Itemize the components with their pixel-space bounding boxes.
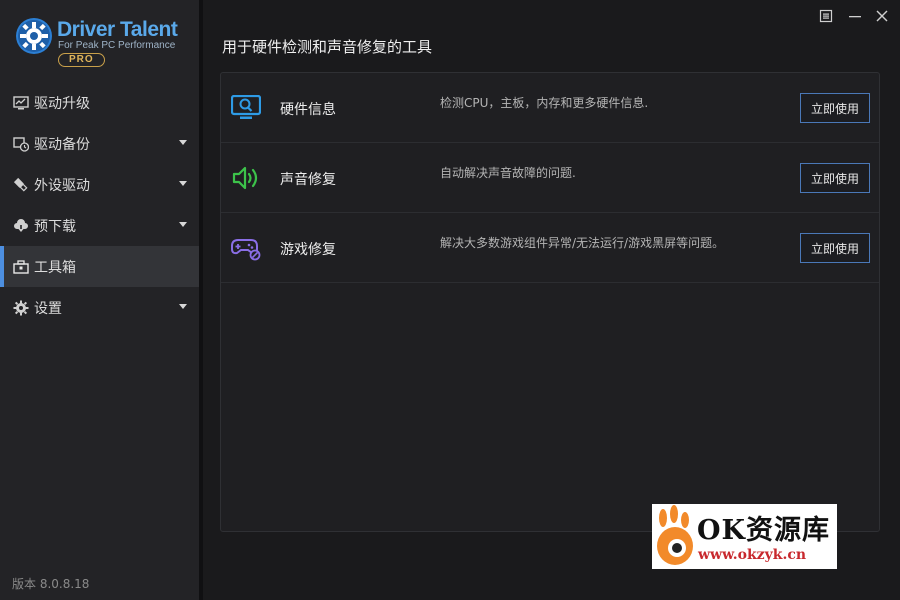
sidebar-divider xyxy=(199,0,203,600)
watermark-url: www.okzyk.cn xyxy=(698,547,807,563)
menu-button[interactable] xyxy=(818,8,834,24)
app-window: Driver Talent For Peak PC Performance PR… xyxy=(0,0,900,600)
minimize-button[interactable] xyxy=(847,8,863,24)
watermark-title: OK资源库 xyxy=(697,515,830,546)
cloud-download-icon xyxy=(12,217,30,235)
sidebar-item-driver-backup[interactable]: 驱动备份 xyxy=(0,123,199,164)
sidebar: Driver Talent For Peak PC Performance PR… xyxy=(0,0,199,600)
sidebar-item-driver-update[interactable]: 驱动升级 xyxy=(0,82,199,123)
monitor-chart-icon xyxy=(12,94,30,112)
sidebar-item-settings[interactable]: 设置 xyxy=(0,287,199,328)
page-title: 用于硬件检测和声音修复的工具 xyxy=(222,38,433,56)
sidebar-item-label: 设置 xyxy=(34,300,62,317)
tools-panel: 硬件信息 检测CPU，主板，内存和更多硬件信息. 立即使用 声音修复 自动解决声… xyxy=(220,72,880,532)
tool-description: 自动解决声音故障的问题. xyxy=(440,166,576,180)
app-logo: Driver Talent For Peak PC Performance PR… xyxy=(12,12,192,70)
sidebar-item-label: 驱动备份 xyxy=(34,136,90,153)
brand-tagline: For Peak PC Performance xyxy=(58,40,176,51)
tool-description: 解决大多数游戏组件异常/无法运行/游戏黑屏等问题。 xyxy=(440,236,725,250)
close-icon xyxy=(876,10,888,22)
tool-description: 检测CPU，主板，内存和更多硬件信息. xyxy=(440,96,649,110)
tool-name: 游戏修复 xyxy=(280,242,336,258)
logo-gear-icon xyxy=(16,18,52,54)
version-label: 版本 8.0.8.18 xyxy=(12,577,90,591)
sidebar-item-label: 预下载 xyxy=(34,218,76,235)
close-button[interactable] xyxy=(874,8,890,24)
sidebar-nav: 驱动升级 驱动备份 外设驱动 预下载 工具箱 设置 xyxy=(0,82,199,328)
brand-name: Driver Talent xyxy=(57,18,178,41)
backup-clock-icon xyxy=(12,135,30,153)
watermark-mascot-icon xyxy=(657,505,693,565)
watermark: OK资源库 www.okzyk.cn xyxy=(652,504,837,569)
sidebar-item-label: 外设驱动 xyxy=(34,177,90,194)
tool-row-hardware-info: 硬件信息 检测CPU，主板，内存和更多硬件信息. 立即使用 xyxy=(221,73,879,143)
sidebar-item-pre-download[interactable]: 预下载 xyxy=(0,205,199,246)
tool-row-sound-repair: 声音修复 自动解决声音故障的问题. 立即使用 xyxy=(221,143,879,213)
menu-icon xyxy=(819,9,833,23)
chevron-down-icon xyxy=(179,222,187,227)
chevron-down-icon xyxy=(179,140,187,145)
monitor-search-icon xyxy=(231,95,261,119)
minimize-icon xyxy=(849,16,861,18)
tool-row-game-repair: 游戏修复 解决大多数游戏组件异常/无法运行/游戏黑屏等问题。 立即使用 xyxy=(221,213,879,283)
use-now-button-sound-repair[interactable]: 立即使用 xyxy=(800,163,870,193)
sidebar-item-peripheral-drivers[interactable]: 外设驱动 xyxy=(0,164,199,205)
sidebar-item-label: 驱动升级 xyxy=(34,95,90,112)
gamepad-icon xyxy=(231,239,261,261)
use-now-button-game-repair[interactable]: 立即使用 xyxy=(800,233,870,263)
use-now-button-hardware-info[interactable]: 立即使用 xyxy=(800,93,870,123)
usb-plug-icon xyxy=(12,176,30,194)
edition-badge: PRO xyxy=(58,53,105,67)
toolbox-icon xyxy=(12,258,30,276)
speaker-icon xyxy=(232,166,258,190)
chevron-down-icon xyxy=(179,181,187,186)
tool-name: 声音修复 xyxy=(280,172,336,188)
sidebar-item-label: 工具箱 xyxy=(34,259,76,276)
sidebar-item-toolbox[interactable]: 工具箱 xyxy=(0,246,199,287)
tool-name: 硬件信息 xyxy=(280,102,336,118)
gear-icon xyxy=(12,299,30,317)
chevron-down-icon xyxy=(179,304,187,309)
